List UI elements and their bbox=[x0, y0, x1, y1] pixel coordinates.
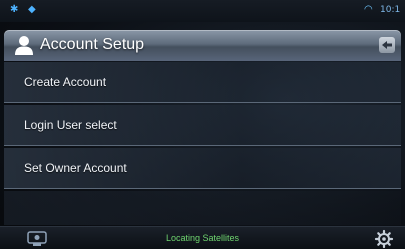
menu-item-login-user-select[interactable]: Login User select bbox=[4, 105, 401, 146]
status-time: 10:1 bbox=[380, 5, 401, 15]
status-bar: ✱ ◆ ◠ 10:1 bbox=[0, 0, 405, 22]
menu-item-label: Create Account bbox=[24, 75, 107, 89]
location-icon: ◆ bbox=[28, 4, 36, 15]
menu-item-label: Login User select bbox=[24, 118, 117, 132]
wifi-icon: ◠ bbox=[364, 4, 373, 15]
empty-list-area bbox=[4, 191, 401, 225]
back-button[interactable] bbox=[379, 37, 395, 53]
page-header: Account Setup bbox=[4, 30, 401, 61]
menu-item-label: Set Owner Account bbox=[24, 161, 127, 175]
menu-item-create-account[interactable]: Create Account bbox=[4, 62, 401, 103]
device-screen: ✱ ◆ ◠ 10:1 Account Setup Create Account … bbox=[0, 0, 405, 249]
bluetooth-icon: ✱ bbox=[10, 4, 19, 15]
settings-gear-icon[interactable] bbox=[374, 229, 394, 249]
page-title: Account Setup bbox=[40, 36, 145, 53]
back-icon bbox=[382, 41, 392, 49]
user-icon bbox=[15, 36, 33, 55]
bottom-bar: Locating Satellites bbox=[0, 226, 405, 249]
menu-item-set-owner-account[interactable]: Set Owner Account bbox=[4, 148, 401, 189]
gps-status-text: Locating Satellites bbox=[165, 233, 240, 243]
